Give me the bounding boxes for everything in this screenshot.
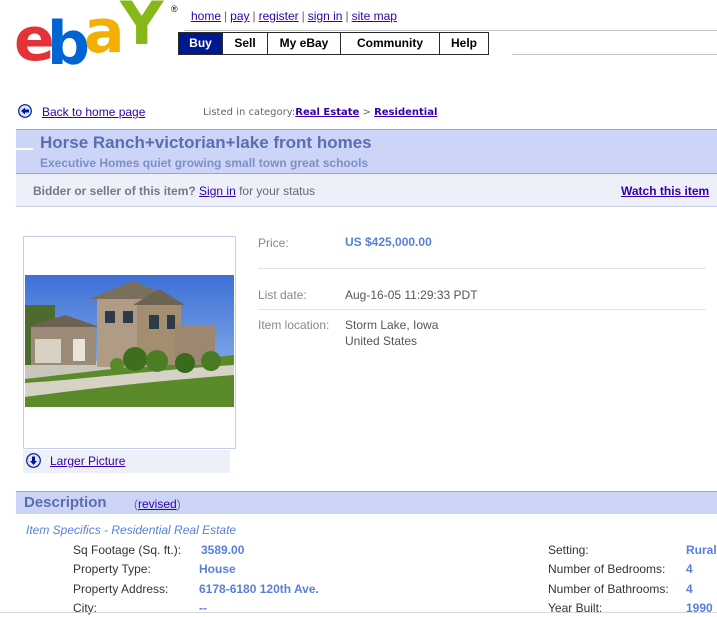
item-location-label: Item location: bbox=[258, 318, 330, 332]
spec-label: Sq Footage (Sq. ft.): bbox=[73, 543, 182, 557]
spec-value: Rural bbox=[686, 543, 717, 557]
ebay-logo[interactable]: e b a Y ® bbox=[14, 0, 178, 79]
top-link-sign-in[interactable]: sign in bbox=[308, 9, 343, 23]
revised-link[interactable]: revised bbox=[138, 497, 177, 511]
spec-label: Property Address: bbox=[73, 582, 169, 596]
bidder-status-bar: Bidder or seller of this item? Sign in f… bbox=[16, 174, 717, 207]
details-divider bbox=[258, 309, 706, 310]
watch-item-link[interactable]: Watch this item bbox=[621, 184, 709, 198]
tab-sell[interactable]: Sell bbox=[223, 32, 268, 55]
item-title-band: Horse Ranch+victorian+lake front homes E… bbox=[16, 129, 717, 174]
spec-value: House bbox=[199, 562, 236, 576]
item-location-country: United States bbox=[345, 334, 418, 348]
back-arrow-icon[interactable] bbox=[18, 104, 32, 118]
price-label: Price: bbox=[258, 236, 289, 250]
details-divider bbox=[258, 268, 706, 269]
spec-label: Number of Bathrooms: bbox=[548, 582, 669, 596]
svg-text:Y: Y bbox=[119, 0, 165, 59]
bidder-suffix: for your status bbox=[239, 184, 316, 198]
spec-value: 4 bbox=[686, 562, 693, 576]
larger-picture-link[interactable]: Larger Picture bbox=[50, 454, 125, 468]
registered-mark: ® bbox=[171, 4, 178, 14]
bidder-status-text: Bidder or seller of this item? Sign in f… bbox=[33, 184, 315, 198]
breadcrumb: Back to home page Listed in category:Rea… bbox=[18, 104, 478, 120]
bidder-prompt: Bidder or seller of this item? bbox=[33, 184, 196, 198]
sign-in-link[interactable]: Sign in bbox=[199, 184, 236, 198]
top-link-pay[interactable]: pay bbox=[230, 9, 249, 23]
item-specifics-heading: Item Specifics - Residential Real Estate bbox=[26, 523, 237, 537]
price-value: US $425,000.00 bbox=[345, 235, 432, 249]
spec-value: 3589.00 bbox=[201, 543, 245, 557]
top-link-register[interactable]: register bbox=[259, 9, 299, 23]
spec-value: 6178-6180 120th Ave. bbox=[199, 582, 319, 596]
description-title: Description bbox=[24, 494, 107, 511]
ebay-logo-graphic: e b a Y bbox=[14, 0, 169, 79]
page-bottom-divider bbox=[0, 612, 717, 613]
spec-label: Number of Bedrooms: bbox=[548, 562, 666, 576]
header-divider bbox=[184, 30, 717, 31]
spec-value: 4 bbox=[686, 582, 693, 596]
back-to-home-link[interactable]: Back to home page bbox=[42, 105, 145, 119]
list-date-label: List date: bbox=[258, 288, 307, 302]
item-photo[interactable] bbox=[25, 275, 234, 407]
category-path: Listed in category:Real Estate > Residen… bbox=[203, 107, 437, 118]
item-location-city: Storm Lake, Iowa bbox=[345, 318, 439, 332]
top-links: home | pay | register | sign in | site map bbox=[191, 9, 397, 23]
listed-in-label: Listed in category: bbox=[203, 107, 296, 118]
svg-text:a: a bbox=[84, 0, 121, 67]
tab-community[interactable]: Community bbox=[341, 32, 440, 55]
main-nav: Buy Sell My eBay Community Help bbox=[178, 32, 489, 55]
category-link-real-estate[interactable]: Real Estate bbox=[295, 107, 359, 118]
spec-label: Setting: bbox=[548, 543, 589, 557]
larger-picture-bar: Larger Picture bbox=[23, 450, 230, 473]
svg-text:b: b bbox=[47, 9, 88, 72]
item-picture-frame bbox=[23, 236, 236, 449]
list-date-value: Aug-16-05 11:29:33 PDT bbox=[345, 288, 478, 302]
nav-divider bbox=[512, 54, 717, 55]
tab-help[interactable]: Help bbox=[440, 32, 489, 55]
down-arrow-icon[interactable] bbox=[26, 453, 41, 468]
tab-buy[interactable]: Buy bbox=[178, 32, 223, 55]
spec-label: Property Type: bbox=[73, 562, 151, 576]
tab-my-ebay[interactable]: My eBay bbox=[268, 32, 341, 55]
top-link-home[interactable]: home bbox=[191, 9, 221, 23]
item-title: Horse Ranch+victorian+lake front homes bbox=[40, 133, 372, 152]
description-header: Description (revised) bbox=[16, 491, 717, 514]
category-link-residential[interactable]: Residential bbox=[374, 107, 437, 118]
category-separator: > bbox=[362, 107, 371, 118]
item-subtitle: Executive Homes quiet growing small town… bbox=[40, 156, 369, 170]
description-revised: (revised) bbox=[134, 497, 181, 511]
top-link-site-map[interactable]: site map bbox=[352, 9, 397, 23]
